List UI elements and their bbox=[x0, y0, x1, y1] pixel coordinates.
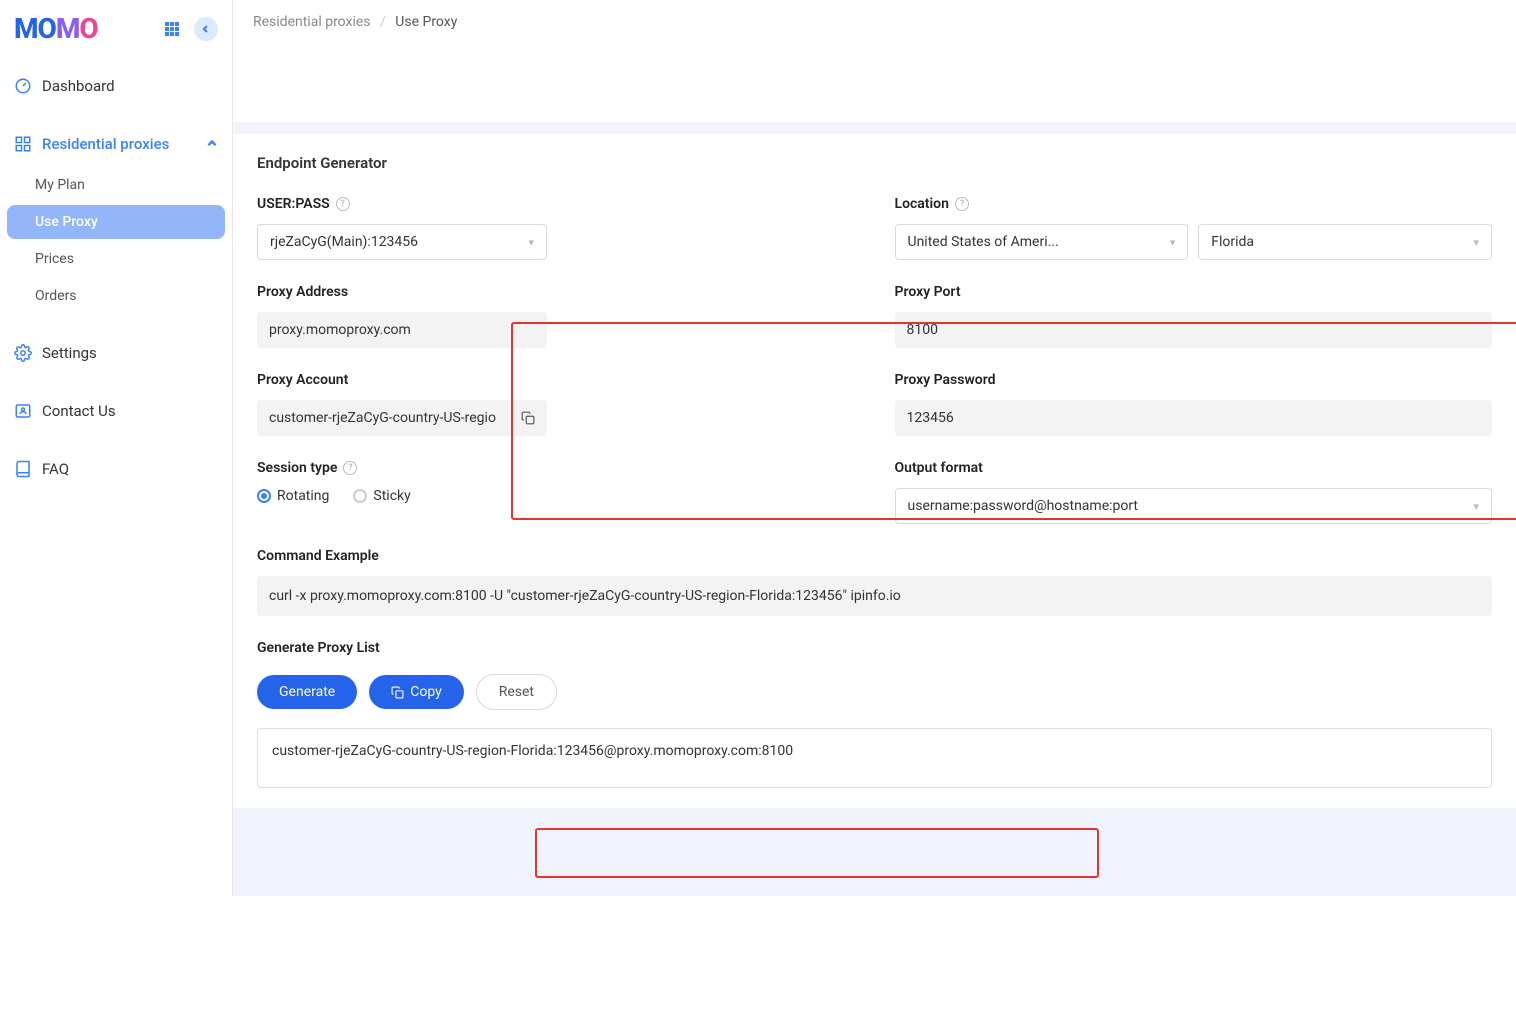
grid-icon bbox=[14, 135, 32, 153]
session-type-label: Session type ? bbox=[257, 460, 855, 476]
proxy-password-field[interactable]: 123456 bbox=[895, 400, 1493, 436]
sidebar-item-label: Residential proxies bbox=[42, 135, 169, 153]
chevron-down-icon: ▾ bbox=[528, 236, 534, 249]
session-rotating-radio[interactable]: Rotating bbox=[257, 488, 329, 504]
state-select[interactable]: Florida ▾ bbox=[1198, 224, 1492, 260]
user-pass-select[interactable]: rjeZaCyG(Main):123456 ▾ bbox=[257, 224, 547, 260]
copy-button[interactable]: Copy bbox=[369, 675, 464, 709]
command-example-label: Command Example bbox=[257, 548, 1492, 564]
sidebar-item-label: Settings bbox=[42, 344, 97, 362]
generate-button[interactable]: Generate bbox=[257, 675, 357, 709]
sidebar-item-faq[interactable]: FAQ bbox=[0, 448, 232, 490]
output-format-select[interactable]: username:password@hostname:port ▾ bbox=[895, 488, 1493, 524]
apps-grid-icon[interactable] bbox=[160, 17, 184, 41]
contact-icon bbox=[14, 402, 32, 420]
help-icon[interactable]: ? bbox=[343, 461, 357, 475]
proxy-account-label: Proxy Account bbox=[257, 372, 855, 388]
location-label: Location ? bbox=[895, 196, 1493, 212]
proxy-password-label: Proxy Password bbox=[895, 372, 1493, 388]
proxy-port-field[interactable]: 8100 bbox=[895, 312, 1493, 348]
proxy-port-label: Proxy Port bbox=[895, 284, 1493, 300]
chevron-down-icon: ▾ bbox=[1473, 500, 1479, 513]
country-select[interactable]: United States of Ameri... ▾ bbox=[895, 224, 1189, 260]
gear-icon bbox=[14, 344, 32, 362]
output-format-label: Output format bbox=[895, 460, 1493, 476]
breadcrumb: Residential proxies / Use Proxy bbox=[233, 0, 1516, 62]
logo: MOMO bbox=[14, 12, 98, 45]
user-pass-label: USER:PASS ? bbox=[257, 196, 855, 212]
sidebar-item-dashboard[interactable]: Dashboard bbox=[0, 65, 232, 107]
reset-button[interactable]: Reset bbox=[476, 674, 557, 710]
breadcrumb-root[interactable]: Residential proxies bbox=[253, 14, 371, 30]
copy-icon bbox=[391, 686, 404, 699]
session-sticky-radio[interactable]: Sticky bbox=[353, 488, 410, 504]
chevron-down-icon: ▾ bbox=[1473, 236, 1479, 249]
collapse-sidebar-button[interactable] bbox=[194, 17, 218, 41]
gauge-icon bbox=[14, 77, 32, 95]
sidebar: MOMO Dashboard Residential proxies My Pl… bbox=[0, 0, 233, 896]
proxy-list-output[interactable]: customer-rjeZaCyG-country-US-region-Flor… bbox=[257, 728, 1492, 788]
sidebar-item-orders[interactable]: Orders bbox=[7, 279, 225, 313]
sidebar-submenu: My Plan Use Proxy Prices Orders bbox=[0, 168, 232, 313]
proxy-address-label: Proxy Address bbox=[257, 284, 855, 300]
nav: Dashboard Residential proxies My Plan Us… bbox=[0, 57, 232, 498]
sidebar-item-label: Dashboard bbox=[42, 77, 115, 95]
sidebar-item-prices[interactable]: Prices bbox=[7, 242, 225, 276]
section-title: Endpoint Generator bbox=[257, 154, 1492, 172]
endpoint-generator-card: Endpoint Generator USER:PASS ? rjeZaCyG(… bbox=[233, 134, 1516, 808]
sidebar-item-contact[interactable]: Contact Us bbox=[0, 390, 232, 432]
annotation-box bbox=[535, 828, 1099, 878]
breadcrumb-sep: / bbox=[380, 14, 386, 30]
book-icon bbox=[14, 460, 32, 478]
sidebar-item-use-proxy[interactable]: Use Proxy bbox=[7, 205, 225, 239]
chevron-down-icon: ▾ bbox=[1170, 236, 1176, 249]
help-icon[interactable]: ? bbox=[955, 197, 969, 211]
main-content: Residential proxies / Use Proxy Endpoint… bbox=[233, 0, 1516, 896]
sidebar-item-residential-proxies[interactable]: Residential proxies bbox=[0, 123, 232, 165]
blank-card bbox=[233, 62, 1516, 122]
help-icon[interactable]: ? bbox=[336, 197, 350, 211]
sidebar-item-my-plan[interactable]: My Plan bbox=[7, 168, 225, 202]
chevron-up-icon bbox=[206, 138, 218, 150]
sidebar-item-settings[interactable]: Settings bbox=[0, 332, 232, 374]
sidebar-item-label: Contact Us bbox=[42, 402, 116, 420]
proxy-account-field[interactable]: customer-rjeZaCyG-country-US-regio bbox=[257, 400, 547, 436]
proxy-address-field[interactable]: proxy.momoproxy.com bbox=[257, 312, 547, 348]
header-row: MOMO bbox=[0, 0, 232, 57]
sidebar-item-label: FAQ bbox=[42, 460, 69, 478]
command-example-box[interactable]: curl -x proxy.momoproxy.com:8100 -U "cus… bbox=[257, 576, 1492, 616]
copy-icon[interactable] bbox=[521, 411, 535, 425]
breadcrumb-current: Use Proxy bbox=[395, 14, 457, 30]
generate-list-label: Generate Proxy List bbox=[257, 640, 1492, 656]
